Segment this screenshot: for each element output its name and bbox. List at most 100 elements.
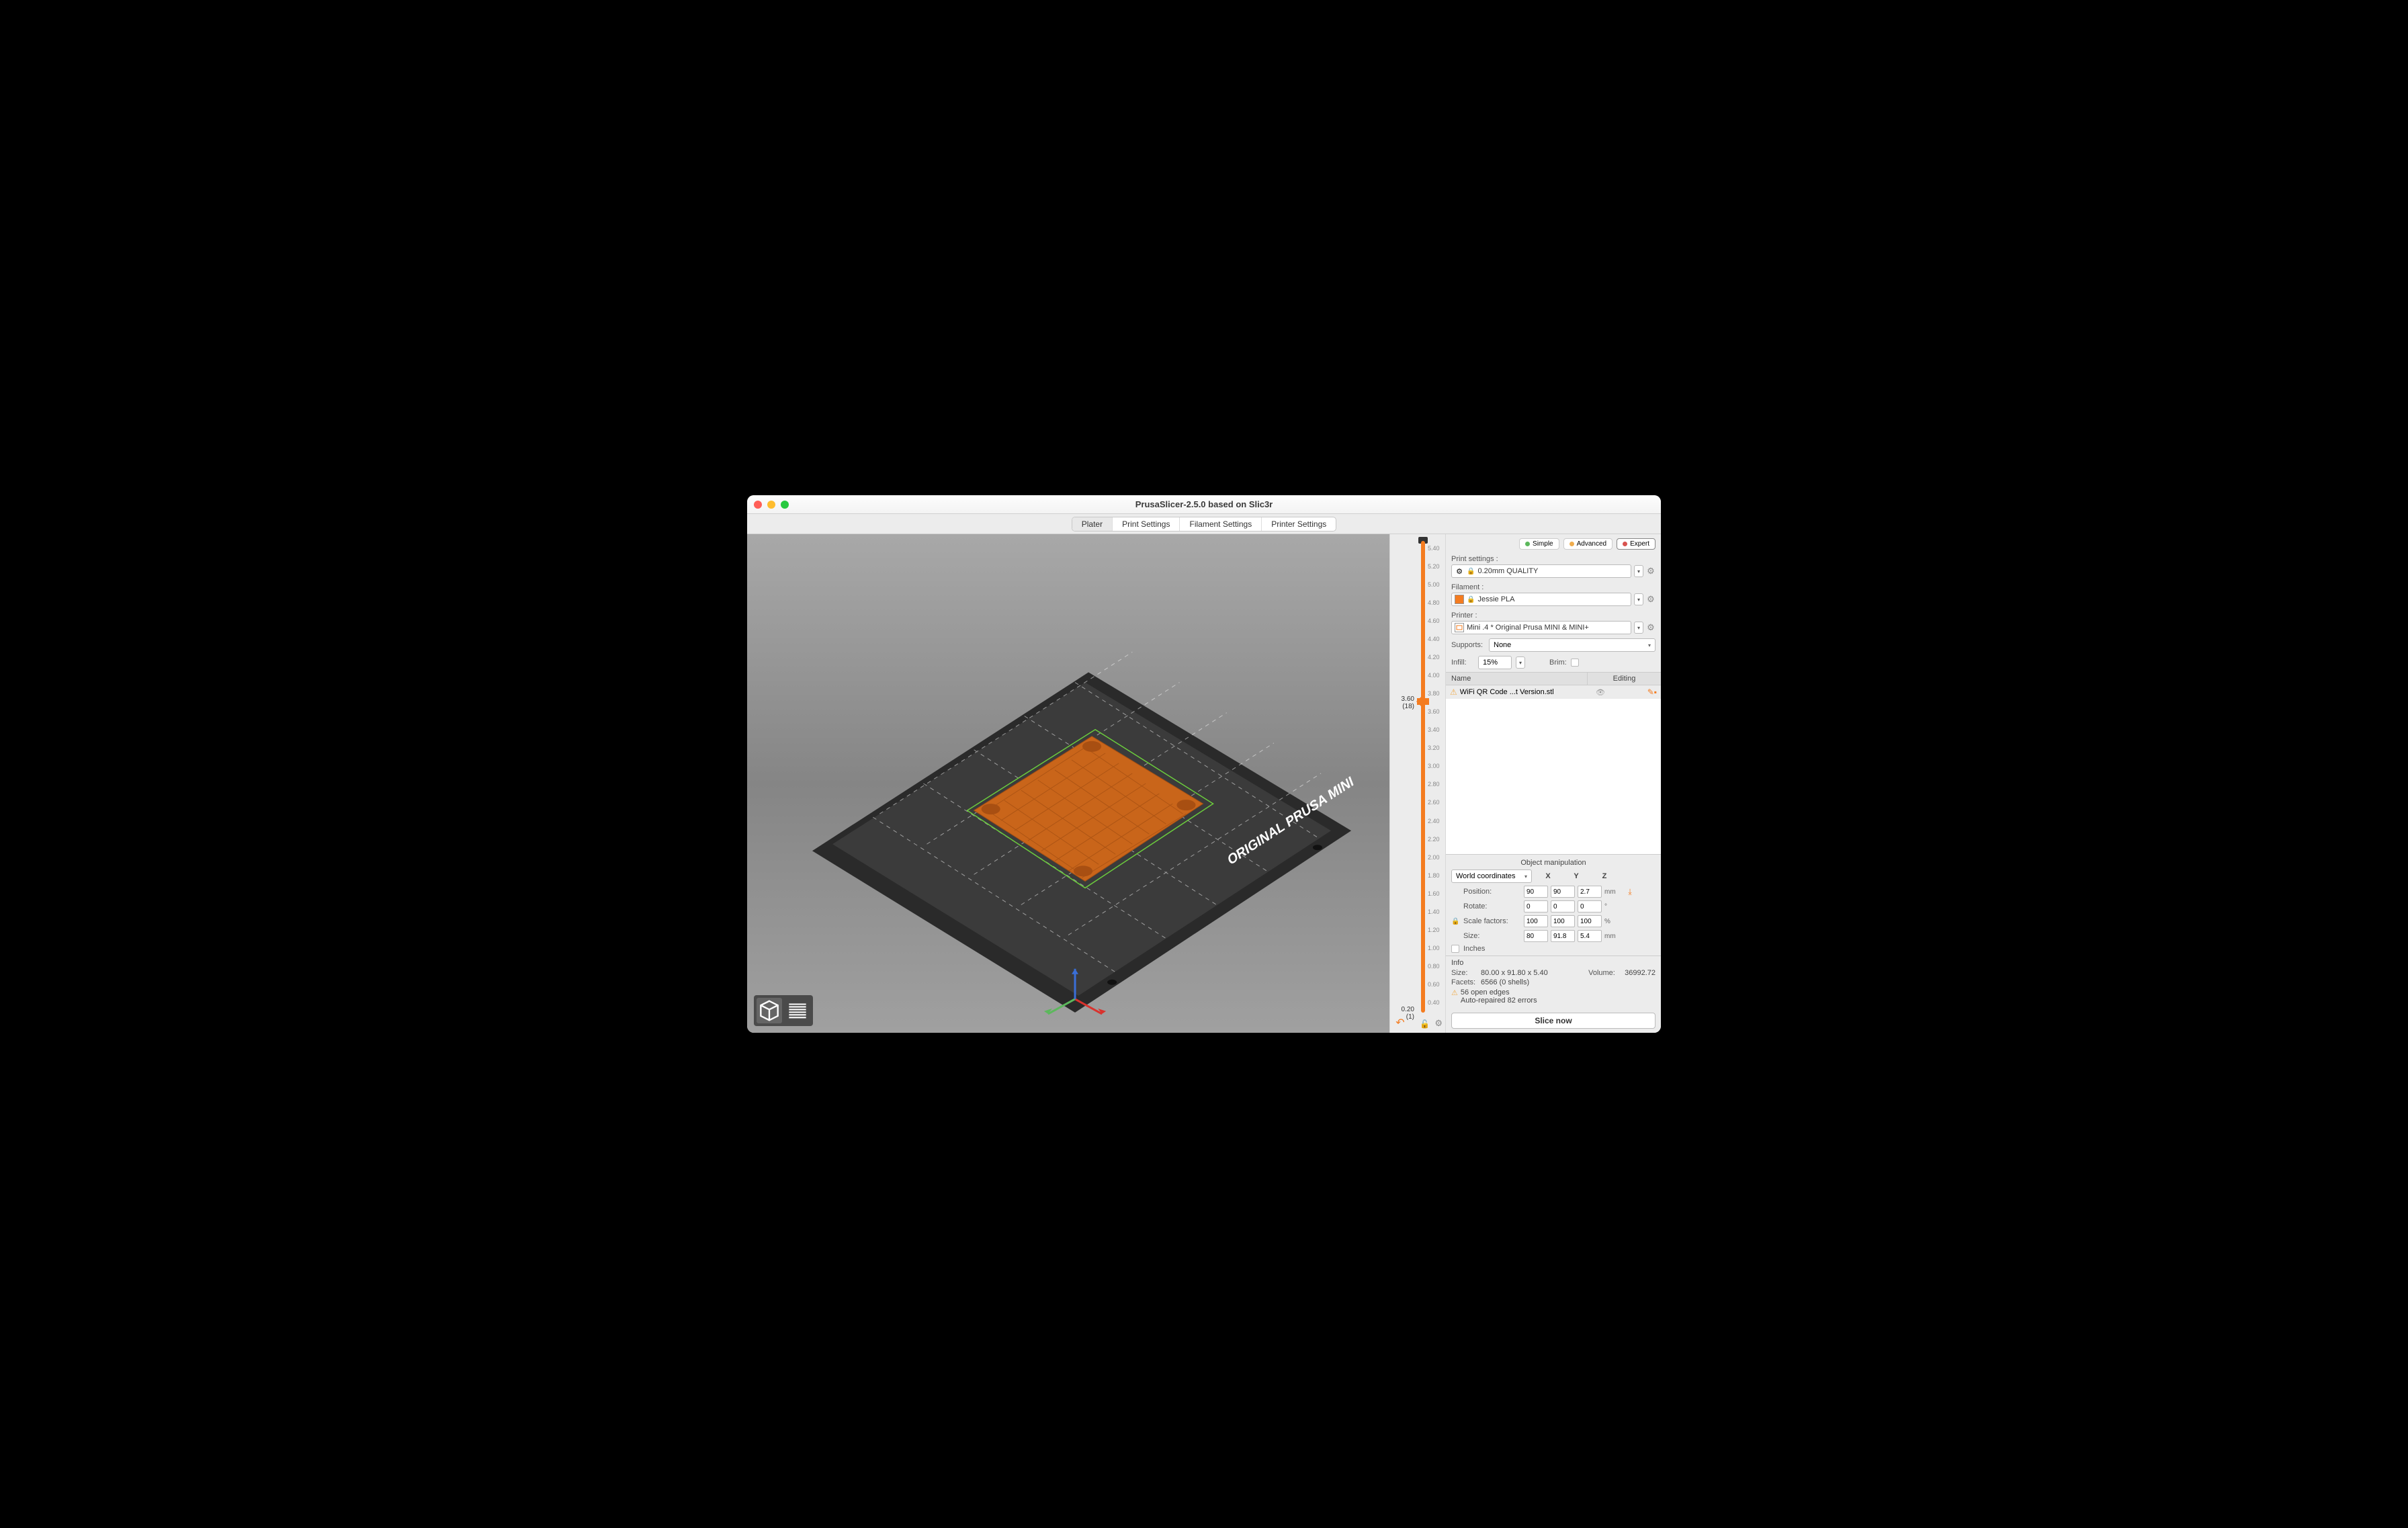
layer-slider-column: 5.405.205.004.804.604.404.204.003.803.60… [1389,534,1446,1033]
rot-y[interactable] [1551,900,1575,912]
slider-tick: 5.40 [1428,545,1440,552]
slider-tick: 1.00 [1428,945,1440,951]
scale-x[interactable] [1524,915,1548,927]
scale-lock-icon[interactable]: 🔒 [1451,918,1461,925]
bed-render: ORIGINAL PRUSA MINI [747,534,1389,1033]
inches-checkbox[interactable] [1451,945,1459,953]
drop-to-bed-icon[interactable]: ⤓ [1625,887,1635,897]
view-3d-button[interactable] [757,998,782,1023]
slider-tick: 4.40 [1428,636,1440,642]
slider-handle[interactable] [1417,698,1429,705]
slider-tick: 1.20 [1428,927,1440,933]
printer-combo[interactable]: Mini .4 * Original Prusa MINI & MINI+ [1451,621,1631,634]
view-layers-button[interactable] [785,998,810,1023]
expertise-modes: Simple Advanced Expert [1446,534,1661,552]
content-area: ORIGINAL PRUSA MINI [747,534,1661,1033]
3d-viewport[interactable]: ORIGINAL PRUSA MINI [747,534,1389,1033]
infill-select[interactable]: 15% [1478,656,1512,669]
slider-tick: 2.80 [1428,781,1440,788]
gear-icon: ⚙ [1455,566,1464,576]
rot-z[interactable] [1578,900,1602,912]
slider-tick: 1.80 [1428,872,1440,879]
printer-label: Printer : [1446,609,1661,621]
titlebar: PrusaSlicer-2.5.0 based on Slic3r [747,495,1661,514]
printer-gear[interactable]: ⚙ [1646,622,1656,633]
size-x[interactable] [1524,930,1548,942]
slider-tick: 4.80 [1428,599,1440,606]
size-y[interactable] [1551,930,1575,942]
printer-dropdown[interactable]: ▾ [1634,622,1643,634]
slider-tick: 2.60 [1428,799,1440,806]
filament-gear[interactable]: ⚙ [1646,594,1656,605]
zoom-button[interactable] [781,501,789,509]
print-settings-label: Print settings : [1446,552,1661,564]
slider-tick: 5.00 [1428,581,1440,588]
mode-expert[interactable]: Expert [1617,538,1656,550]
filament-swatch[interactable] [1455,595,1464,604]
slider-tick: 4.60 [1428,618,1440,624]
window-title: PrusaSlicer-2.5.0 based on Slic3r [747,499,1661,509]
slider-tick: 4.00 [1428,672,1440,679]
coord-system-select[interactable]: World coordinates▾ [1451,869,1532,883]
main-tabs: Plater Print Settings Filament Settings … [747,514,1661,534]
slider-current-label: 3.60(18) [1402,695,1414,710]
filament-combo[interactable]: 🔒 Jessie PLA [1451,593,1631,606]
brim-checkbox[interactable] [1571,659,1579,667]
slice-now-button[interactable]: Slice now [1451,1013,1656,1029]
tab-printer-settings[interactable]: Printer Settings [1262,517,1336,531]
tab-print-settings[interactable]: Print Settings [1113,517,1180,531]
app-window: PrusaSlicer-2.5.0 based on Slic3r Plater… [747,495,1661,1033]
slider-tick: 2.00 [1428,854,1440,861]
slider-tick: 4.20 [1428,654,1440,661]
filament-dropdown[interactable]: ▾ [1634,593,1643,605]
warning-icon: ⚠ [1450,687,1457,697]
mode-advanced[interactable]: Advanced [1563,538,1612,550]
slider-lock-icon[interactable]: 🔓 [1420,1019,1430,1029]
slider-tick: 3.40 [1428,726,1440,733]
pos-y[interactable] [1551,886,1575,898]
printer-icon [1455,623,1464,632]
slider-tick: 0.80 [1428,963,1440,970]
print-settings-dropdown[interactable]: ▾ [1634,565,1643,577]
slider-tick: 3.00 [1428,763,1440,769]
minimize-button[interactable] [767,501,775,509]
pos-x[interactable] [1524,886,1548,898]
slider-tick: 1.60 [1428,890,1440,897]
side-panel: Simple Advanced Expert Print settings : … [1446,534,1661,1033]
slider-tick: 1.40 [1428,908,1440,915]
print-settings-gear[interactable]: ⚙ [1646,566,1656,577]
scale-z[interactable] [1578,915,1602,927]
size-z[interactable] [1578,930,1602,942]
object-list-header: Name Editing [1446,672,1661,685]
supports-label: Supports: [1451,641,1485,649]
slider-tick: 3.80 [1428,690,1440,697]
slider-tick: 2.40 [1428,818,1440,824]
edit-icon[interactable]: ✎▪ [1610,687,1657,697]
tab-plater[interactable]: Plater [1072,517,1113,531]
slider-tick: 0.60 [1428,981,1440,988]
mode-simple[interactable]: Simple [1519,538,1559,550]
slider-tick: 3.20 [1428,745,1440,751]
infill-dropdown[interactable]: ▾ [1516,656,1525,669]
supports-select[interactable]: None▾ [1489,638,1656,652]
object-row[interactable]: ⚠ WiFi QR Code ...t Version.stl 👁 ✎▪ [1446,685,1661,699]
slider-track[interactable] [1421,541,1425,1013]
object-manipulation: Object manipulation World coordinates▾ X… [1446,854,1661,956]
pos-z[interactable] [1578,886,1602,898]
brim-label: Brim: [1549,659,1567,667]
view-mode-switch [754,995,813,1026]
visibility-icon[interactable]: 👁 [1594,688,1607,697]
scale-y[interactable] [1551,915,1575,927]
close-button[interactable] [754,501,762,509]
window-controls [754,501,789,509]
print-settings-combo[interactable]: ⚙ 🔒 0.20mm QUALITY [1451,564,1631,578]
info-section: Info Size: 80.00 x 91.80 x 5.40 Volume: … [1446,956,1661,1009]
tab-filament-settings[interactable]: Filament Settings [1180,517,1262,531]
lock-icon: 🔒 [1467,568,1475,575]
rot-x[interactable] [1524,900,1548,912]
slider-gear-icon[interactable]: ⚙ [1434,1018,1443,1029]
slider-tick: 3.60 [1428,708,1440,715]
undo-button[interactable]: ↶ [1394,1017,1406,1029]
slider-tick: 2.20 [1428,836,1440,843]
object-list[interactable]: ⚠ WiFi QR Code ...t Version.stl 👁 ✎▪ [1446,685,1661,854]
